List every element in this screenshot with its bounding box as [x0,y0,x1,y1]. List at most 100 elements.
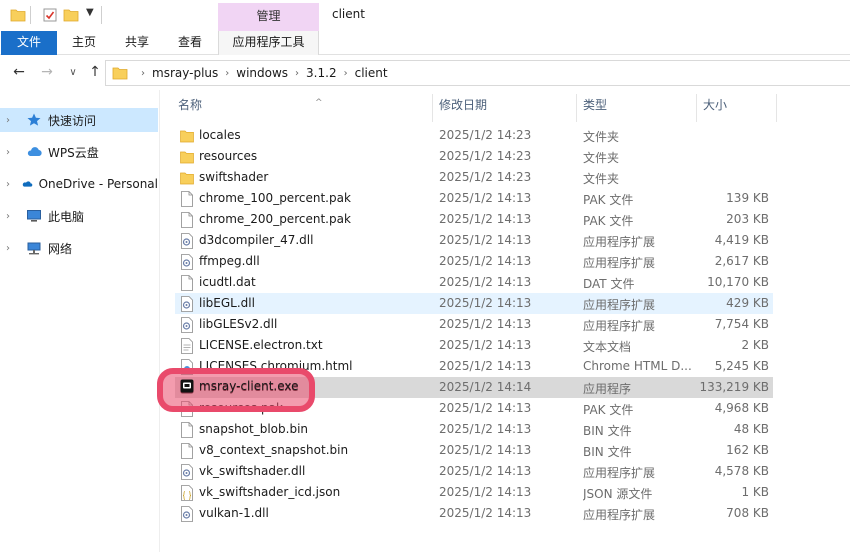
folder-icon [112,67,128,80]
file-modified-date: 2025/1/2 14:13 [439,443,532,457]
file-icon [180,443,194,459]
nav-item-this-pc[interactable]: › 此电脑 [0,204,158,228]
folder-icon [180,128,194,144]
window-title: client [332,7,365,21]
file-row[interactable]: snapshot_blob.bin 2025/1/2 14:13 BIN 文件 48 … [175,419,773,440]
expand-chevron-icon[interactable]: › [6,115,18,126]
file-type: 文本文档 [583,340,632,354]
breadcrumb-item[interactable]: msray-plus [152,66,218,80]
sort-ascending-icon: ^ [315,98,323,108]
file-row[interactable]: chrome_100_percent.pak 2025/1/2 14:13 PAK … [175,188,773,209]
file-list: 名称 ^ 修改日期 类型 大小 locales 2025/1/2 14:23 文件夹… [160,90,850,552]
file-modified-date: 2025/1/2 14:23 [439,170,532,184]
file-modified-date: 2025/1/2 14:13 [439,485,532,499]
expand-chevron-icon[interactable]: › [6,243,18,254]
folder-icon[interactable] [10,7,26,23]
breadcrumb-chevron-icon[interactable]: › [344,68,348,79]
dll-icon [180,233,194,249]
nav-item-network[interactable]: › 网络 [0,236,158,260]
file-type: BIN 文件 [583,445,632,459]
onedrive-icon [22,181,33,187]
back-arrow-icon[interactable]: ← [10,64,28,80]
file-row[interactable]: swiftshader 2025/1/2 14:23 文件夹 [175,167,773,188]
column-header-name[interactable]: 名称 ^ [178,96,323,120]
file-row[interactable]: chrome_200_percent.pak 2025/1/2 14:13 PAK … [175,209,773,230]
customize-quick-access-icon[interactable]: ▼ [86,7,94,18]
file-modified-date: 2025/1/2 14:13 [439,338,532,352]
file-row[interactable]: icudtl.dat 2025/1/2 14:13 DAT 文件 10,170 KB [175,272,773,293]
file-name: snapshot_blob.bin [199,422,309,436]
file-size: 4,578 KB [714,464,769,478]
column-header-type[interactable]: 类型 [583,96,607,120]
file-size: 1 KB [741,485,769,499]
breadcrumb-item[interactable]: client [355,66,388,80]
file-name: swiftshader [199,170,269,184]
file-modified-date: 2025/1/2 14:23 [439,128,532,142]
recent-locations-chevron-icon[interactable]: ∨ [64,67,82,78]
breadcrumb-item[interactable]: windows [236,66,288,80]
file-type: 应用程序扩展 [583,298,656,312]
tab-file[interactable]: 文件 [1,31,57,55]
computer-icon [27,210,41,222]
breadcrumb-chevron-icon[interactable]: › [295,68,299,79]
forward-arrow-icon[interactable]: → [38,64,56,80]
file-row[interactable]: v8_context_snapshot.bin 2025/1/2 14:13 BIN… [175,440,773,461]
file-row[interactable]: d3dcompiler_47.dll 2025/1/2 14:13 应用程序扩展 4,… [175,230,773,251]
text-file-icon [180,338,194,354]
file-size: 7,754 KB [714,317,769,331]
file-row[interactable]: LICENSE.electron.txt 2025/1/2 14:13 文本文档 2 … [175,335,773,356]
file-modified-date: 2025/1/2 14:13 [439,422,532,436]
up-arrow-icon[interactable]: ↑ [86,64,104,80]
file-name: chrome_200_percent.pak [199,212,351,226]
breadcrumb-item[interactable]: 3.1.2 [306,66,337,80]
toolbar-separator [101,6,102,24]
file-row[interactable]: vulkan-1.dll 2025/1/2 14:13 应用程序扩展 708 KB [175,503,773,524]
file-type: Chrome HTML D... [583,359,692,373]
expand-chevron-icon[interactable]: › [6,147,18,158]
file-size: 4,419 KB [714,233,769,247]
file-row[interactable]: vk_swiftshader_icd.json 2025/1/2 14:13 JSO… [175,482,773,503]
expand-chevron-icon[interactable]: › [6,179,14,190]
expand-chevron-icon[interactable]: › [6,211,18,222]
column-divider[interactable] [576,94,577,122]
file-modified-date: 2025/1/2 14:23 [439,149,532,163]
tab-home[interactable]: 主页 [68,31,100,55]
file-row[interactable]: vk_swiftshader.dll 2025/1/2 14:13 应用程序扩展 4,… [175,461,773,482]
dll-icon [180,317,194,333]
nav-item-onedrive[interactable]: › OneDrive - Personal [0,172,158,196]
column-divider[interactable] [696,94,697,122]
file-type: 应用程序扩展 [583,235,656,249]
file-row[interactable]: ffmpeg.dll 2025/1/2 14:13 应用程序扩展 2,617 KB [175,251,773,272]
file-row[interactable]: libEGL.dll 2025/1/2 14:13 应用程序扩展 429 KB [175,293,773,314]
file-row[interactable]: locales 2025/1/2 14:23 文件夹 [175,125,773,146]
selected-file-label[interactable]: msray-client.exe [175,376,315,397]
column-divider[interactable] [776,94,777,122]
file-name: libGLESv2.dll [199,317,278,331]
file-type: PAK 文件 [583,403,634,417]
tab-application-tools[interactable]: 应用程序工具 [218,31,319,55]
nav-item-wps-cloud[interactable]: › WPS云盘 [0,140,158,164]
properties-icon[interactable] [42,7,58,23]
file-row[interactable]: resources 2025/1/2 14:23 文件夹 [175,146,773,167]
tab-share[interactable]: 共享 [121,31,153,55]
column-header-size[interactable]: 大小 [703,96,727,120]
file-icon [180,191,194,207]
breadcrumb-chevron-icon[interactable]: › [225,68,229,79]
address-field[interactable]: › msray-plus › windows › 3.1.2 › client [105,60,850,86]
tab-view[interactable]: 查看 [174,31,206,55]
file-name: vulkan-1.dll [199,506,269,520]
json-file-icon [180,485,194,501]
file-row[interactable]: libGLESv2.dll 2025/1/2 14:13 应用程序扩展 7,754 K… [175,314,773,335]
new-folder-icon[interactable] [63,7,79,23]
navigation-pane: › 快速访问 › WPS云盘 › OneDrive - Personal › 此… [0,90,160,552]
file-type: 应用程序扩展 [583,256,656,270]
file-modified-date: 2025/1/2 14:13 [439,401,532,415]
file-type: 应用程序扩展 [583,319,656,333]
file-icon [180,212,194,228]
breadcrumb-chevron-icon[interactable]: › [141,68,145,79]
column-header-date[interactable]: 修改日期 [439,96,487,120]
nav-item-quick-access[interactable]: › 快速访问 [0,108,158,132]
file-icon [180,422,194,438]
title-bar: ▼ 管理 client [0,0,850,31]
column-divider[interactable] [432,94,433,122]
